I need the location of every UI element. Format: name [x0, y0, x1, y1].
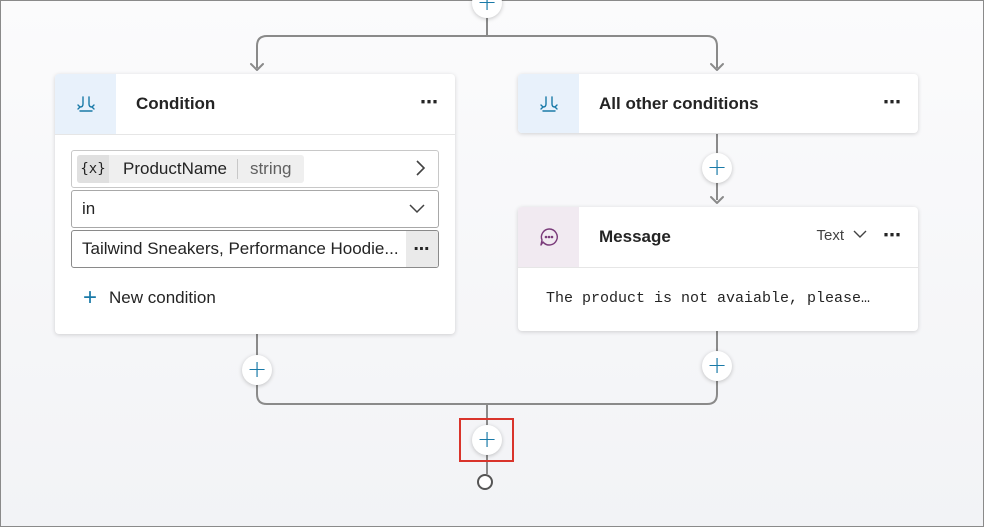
other-conditions-title: All other conditions — [599, 93, 759, 113]
new-condition-label: New condition — [109, 288, 216, 307]
new-condition-button[interactable]: + New condition — [83, 284, 216, 312]
divider — [55, 134, 455, 135]
chevron-down-icon — [408, 199, 426, 222]
add-step-button-right-bottom[interactable]: + — [702, 351, 732, 381]
operator-value: in — [82, 199, 96, 218]
chevron-right-icon[interactable] — [414, 159, 426, 182]
add-step-button-right-top[interactable]: + — [702, 153, 732, 183]
variable-icon: {x} — [77, 155, 109, 183]
message-type-label: Text — [816, 227, 844, 244]
other-conditions-more-button[interactable]: ⋯ — [883, 92, 902, 113]
value-text: Tailwind Sneakers, Performance Hoodie... — [82, 239, 399, 258]
variable-chip[interactable]: {x} ProductName string — [77, 155, 304, 183]
plus-icon: + — [706, 153, 728, 181]
chat-bubble-icon — [518, 207, 579, 267]
branch-icon — [518, 74, 579, 133]
end-node-icon — [477, 474, 493, 490]
message-text[interactable]: The product is not avaiable, please… — [546, 290, 870, 307]
condition-card[interactable]: Condition ⋯ {x} ProductName string in Ta… — [55, 74, 455, 334]
other-conditions-card[interactable]: All other conditions ⋯ — [518, 74, 918, 133]
value-input[interactable]: Tailwind Sneakers, Performance Hoodie...… — [71, 230, 439, 268]
plus-icon: + — [83, 284, 98, 311]
message-more-button[interactable]: ⋯ — [883, 225, 902, 246]
message-type-dropdown[interactable]: Text — [816, 227, 868, 244]
message-card[interactable]: Message Text ⋯ The product is not avaiab… — [518, 207, 918, 331]
variable-selector[interactable]: {x} ProductName string — [71, 150, 439, 188]
other-conditions-header: All other conditions ⋯ — [518, 74, 918, 133]
plus-icon: + — [246, 355, 268, 383]
condition-card-header: Condition ⋯ — [55, 74, 455, 134]
message-card-header: Message Text ⋯ — [518, 207, 918, 267]
plus-icon: + — [706, 351, 728, 379]
value-more-button[interactable]: ⋯ — [406, 231, 438, 267]
highlight-box — [459, 418, 514, 462]
variable-name: ProductName — [123, 159, 227, 178]
operator-dropdown[interactable]: in — [71, 190, 439, 228]
divider — [518, 267, 918, 268]
variable-type: string — [249, 159, 292, 178]
condition-more-button[interactable]: ⋯ — [420, 92, 439, 113]
condition-title: Condition — [136, 94, 216, 113]
branch-icon — [55, 74, 116, 134]
message-title: Message — [599, 227, 671, 246]
plus-icon: + — [476, 0, 498, 16]
chevron-down-icon — [852, 227, 868, 244]
add-step-button-left-bottom[interactable]: + — [242, 355, 272, 385]
